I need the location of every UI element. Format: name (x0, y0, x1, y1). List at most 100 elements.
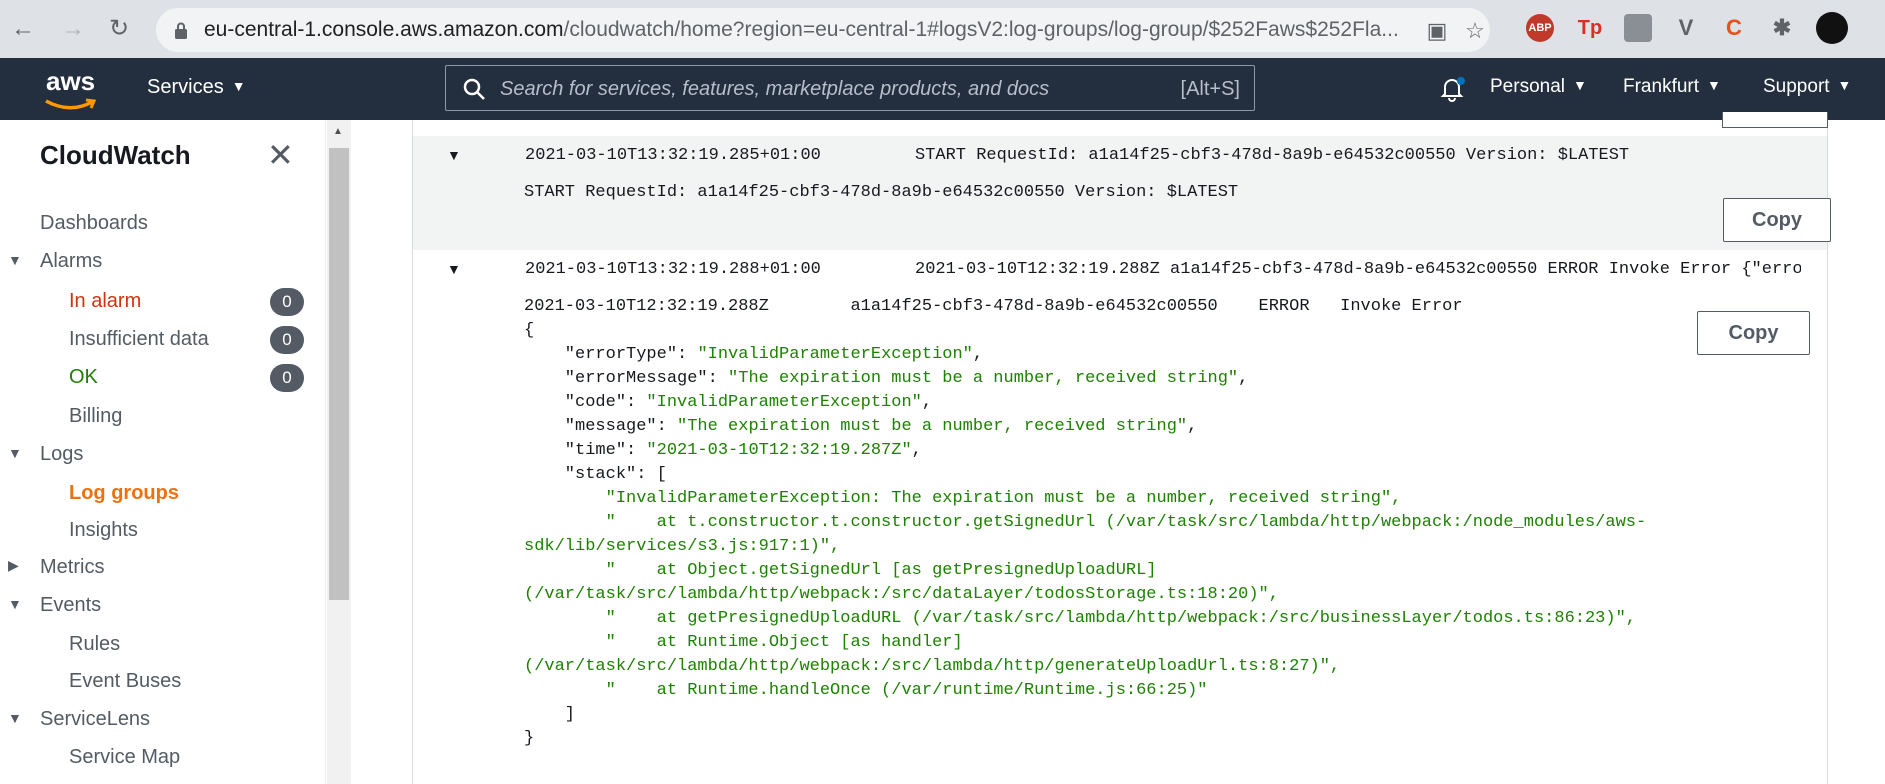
json-value: "The expiration must be a number, receiv… (677, 417, 1188, 436)
stack-line: " at t.constructor.t.constructor.getSign… (524, 513, 1647, 532)
in-alarm-count-badge: 0 (270, 288, 304, 316)
v-extension-icon[interactable]: V (1672, 14, 1700, 42)
stack-line: " at getPresignedUploadURL (/var/task/sr… (524, 609, 1636, 628)
json-value: "The expiration must be a number, receiv… (728, 369, 1239, 388)
collapsed-triangle-icon[interactable]: ▶ (8, 557, 19, 574)
sidebar-title: CloudWatch (40, 140, 191, 170)
json-key: "errorMessage": (524, 369, 729, 388)
expand-triangle-icon[interactable]: ▼ (8, 445, 22, 461)
account-menu[interactable]: Personal ▼ (1490, 76, 1587, 98)
json-key: "message": (524, 417, 678, 436)
reload-icon[interactable]: ↻ (102, 12, 136, 46)
expand-triangle-icon[interactable]: ▼ (8, 596, 22, 612)
close-icon[interactable]: ✕ (267, 136, 294, 174)
notification-bell-icon[interactable] (1437, 74, 1467, 104)
url-text: eu-central-1.console.aws.amazon.com/clou… (204, 18, 1399, 42)
adblock-extension-icon[interactable]: ABP (1526, 14, 1554, 42)
json-line: "time": "2021-03-10T12:32:19.287Z", (524, 441, 922, 460)
sidebar-item-in-alarm[interactable]: In alarm (69, 290, 141, 313)
address-bar[interactable]: eu-central-1.console.aws.amazon.com/clou… (156, 8, 1490, 52)
tp-extension-icon[interactable]: Tp (1576, 14, 1604, 42)
stack-line: (/var/task/src/lambda/http/webpack:/src/… (524, 585, 1279, 604)
profile-avatar[interactable] (1816, 12, 1848, 44)
chevron-down-icon: ▼ (231, 78, 246, 94)
json-line: "code": "InvalidParameterException", (524, 393, 933, 412)
search-shortcut: [Alt+S] (1180, 78, 1240, 100)
collapse-triangle-icon[interactable]: ▼ (447, 147, 461, 163)
browser-toolbar: ← → ↻ eu-central-1.console.aws.amazon.co… (0, 0, 1885, 58)
aws-top-nav: aws Services ▼ Search for services, featu… (0, 58, 1885, 120)
sidebar-item-log-groups[interactable]: Log groups (69, 482, 179, 505)
c-extension-icon[interactable]: C (1720, 14, 1748, 42)
json-line: "errorMessage": "The expiration must be … (524, 369, 1249, 388)
aws-smile-icon (45, 98, 96, 110)
sidebar-item-event-buses[interactable]: Event Buses (69, 670, 181, 693)
sidebar-item-events[interactable]: Events (40, 594, 101, 617)
copy-button[interactable]: Copy (1723, 198, 1831, 242)
copy-button[interactable]: Copy (1697, 311, 1810, 355)
sidebar-item-service-map[interactable]: Service Map (69, 746, 180, 769)
account-label: Personal (1490, 76, 1565, 97)
services-label: Services (147, 76, 224, 98)
json-value: "2021-03-10T12:32:19.287Z" (646, 441, 912, 460)
json-line: "errorType": "InvalidParameterException"… (524, 345, 984, 364)
chevron-down-icon: ▼ (1573, 77, 1587, 93)
support-label: Support (1763, 76, 1830, 97)
json-key: "time": (524, 441, 647, 460)
region-menu[interactable]: Frankfurt ▼ (1623, 76, 1721, 98)
json-line: ] (524, 705, 576, 724)
bookmark-star-icon[interactable]: ☆ (1462, 18, 1488, 44)
expand-triangle-icon[interactable]: ▼ (8, 252, 22, 268)
json-line: "message": "The expiration must be a num… (524, 417, 1198, 436)
back-icon[interactable]: ← (6, 12, 40, 46)
sidebar-scroll-thumb[interactable] (329, 148, 349, 600)
cloudwatch-sidebar: CloudWatch ✕ Dashboards ▼ Alarms In alar… (0, 120, 326, 784)
json-line: "stack": [ (524, 465, 667, 484)
lock-icon (175, 22, 187, 39)
insufficient-data-count-badge: 0 (270, 326, 304, 354)
aws-search-input[interactable]: Search for services, features, marketpla… (445, 65, 1255, 111)
previous-copy-button[interactable] (1722, 112, 1828, 128)
json-key: "errorType": (524, 345, 698, 364)
stack-line: sdk/lib/services/s3.js:917:1)", (524, 537, 841, 556)
log-event-timestamp: 2021-03-10T13:32:19.288+01:00 (525, 260, 821, 279)
aws-logo[interactable]: aws (46, 66, 95, 97)
log-event-timestamp: 2021-03-10T13:32:19.285+01:00 (525, 146, 821, 165)
url-path: /cloudwatch/home?region=eu-central-1#log… (563, 18, 1399, 41)
sidebar-item-dashboards[interactable]: Dashboards (40, 212, 148, 235)
url-host: eu-central-1.console.aws.amazon.com (204, 18, 564, 41)
sidebar-item-insights[interactable]: Insights (69, 519, 138, 542)
log-event-message-summary-text: 2021-03-10T12:32:19.288Z a1a14f25-cbf3-4… (915, 260, 1801, 279)
sidebar-item-logs[interactable]: Logs (40, 443, 83, 466)
stack-line: " at Runtime.handleOnce (/var/runtime/Ru… (524, 681, 1208, 700)
sidebar-item-servicelens[interactable]: ServiceLens (40, 708, 150, 731)
stack-line: (/var/task/src/lambda/http/webpack:/src/… (524, 657, 1341, 676)
log-event-message-summary: 2021-03-10T12:32:19.288Z a1a14f25-cbf3-4… (915, 260, 1801, 279)
sidebar-item-alarms[interactable]: Alarms (40, 250, 102, 273)
extensions-puzzle-icon[interactable]: ✱ (1768, 14, 1796, 42)
sidebar-item-rules[interactable]: Rules (69, 633, 120, 656)
scroll-up-arrow-icon[interactable]: ▲ (333, 126, 343, 137)
expand-triangle-icon[interactable]: ▼ (8, 710, 22, 726)
screenshot-extension-icon[interactable] (1624, 14, 1652, 42)
collapse-triangle-icon[interactable]: ▼ (447, 261, 461, 277)
support-menu[interactable]: Support ▼ (1763, 76, 1851, 98)
forward-icon[interactable]: → (56, 12, 90, 46)
stack-line: "InvalidParameterException: The expirati… (524, 489, 1402, 508)
sidebar-item-insufficient-data[interactable]: Insufficient data (69, 328, 209, 351)
log-event-header-line: 2021-03-10T12:32:19.288Z a1a14f25-cbf3-4… (524, 297, 1463, 316)
json-open-brace: { (524, 321, 535, 340)
ok-count-badge: 0 (270, 364, 304, 392)
translate-icon[interactable]: ▣ (1424, 18, 1450, 44)
sidebar-item-metrics[interactable]: Metrics (40, 556, 104, 579)
log-event-message-full: START RequestId: a1a14f25-cbf3-478d-8a9b… (524, 183, 1239, 202)
sidebar-item-ok[interactable]: OK (69, 366, 98, 389)
log-event-json-body: { "errorType": "InvalidParameterExceptio… (524, 321, 1646, 753)
sidebar-item-billing[interactable]: Billing (69, 405, 122, 428)
search-icon (463, 78, 485, 100)
chevron-down-icon: ▼ (1837, 77, 1852, 93)
search-placeholder: Search for services, features, marketpla… (500, 78, 1050, 100)
json-key: "code": (524, 393, 647, 412)
services-menu[interactable]: Services ▼ (147, 76, 246, 99)
chevron-down-icon: ▼ (1707, 77, 1721, 93)
